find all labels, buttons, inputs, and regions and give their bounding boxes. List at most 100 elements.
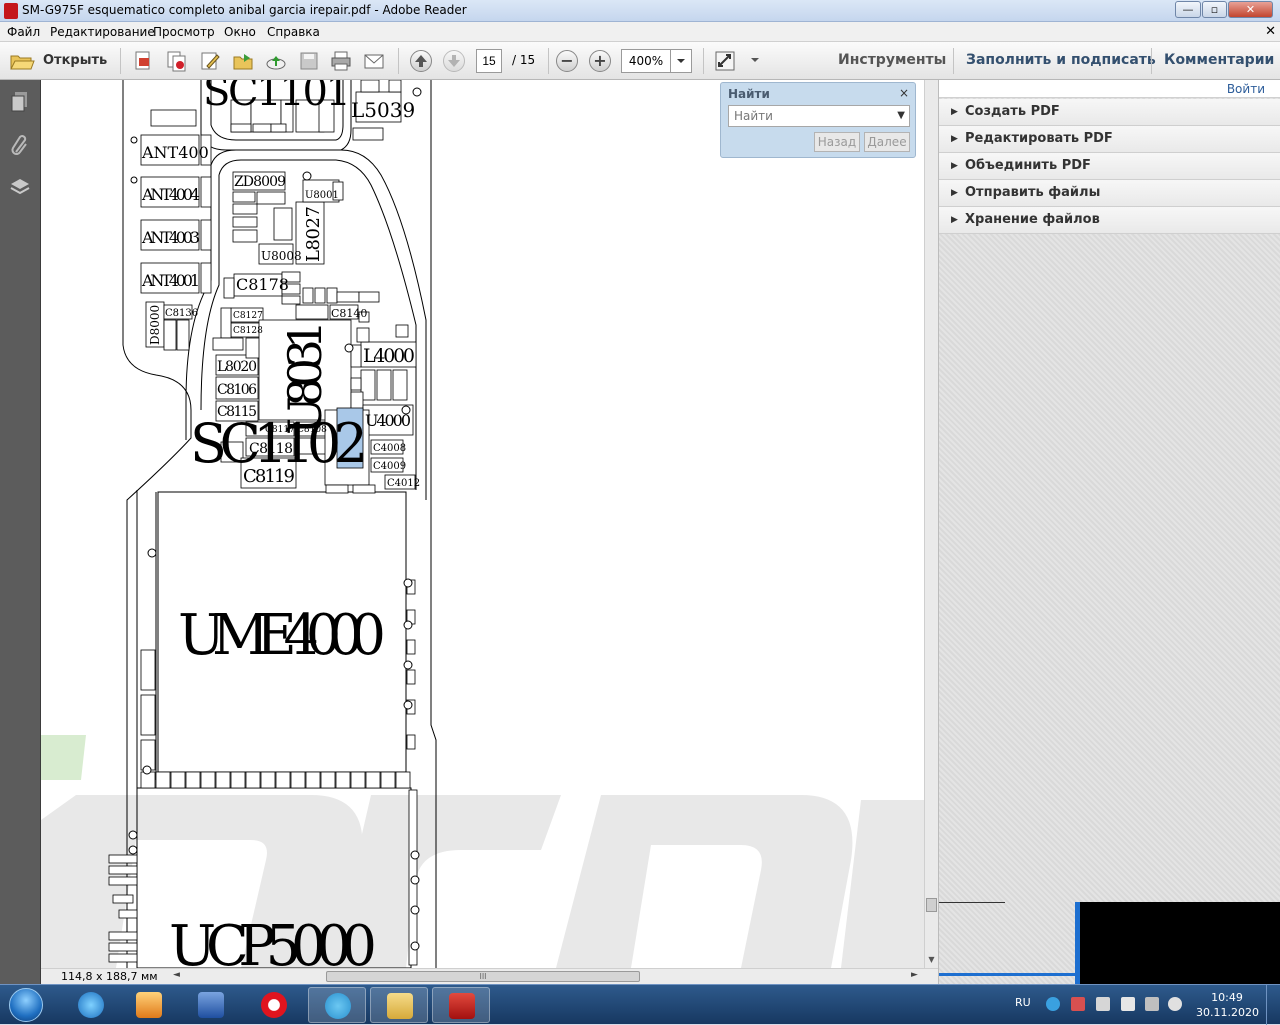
close-button[interactable]: ✕ [1228,1,1273,18]
login-link[interactable]: Войти [1227,82,1265,96]
tray-volume-icon[interactable] [1168,997,1182,1011]
panel-item-label: Объединить PDF [965,158,1091,173]
find-input[interactable]: Найти ▼ [728,105,910,127]
page-number-input[interactable] [476,49,502,73]
part-label: U4000 [365,411,411,430]
print-icon[interactable] [330,50,352,72]
part-label: ZD8009 [234,174,286,190]
tray-network-icon[interactable] [1145,997,1159,1011]
toolbar-separator [120,48,121,74]
part-label: ANT4003 [141,228,200,247]
minimize-button[interactable]: — [1175,1,1201,18]
part-label: L8027 [303,206,324,262]
part-label: C8136 [165,308,198,319]
part-label: U8031 [278,320,332,435]
toolbar-separator [953,48,954,74]
tray-speaker-icon[interactable] [1096,997,1110,1011]
panel-item-send-files[interactable]: ▶ Отправить файлы [939,180,1280,207]
document-close-icon[interactable]: ✕ [1265,24,1276,39]
taskbar-opera[interactable] [245,987,303,1023]
page-total: / 15 [512,53,536,67]
panel-item-edit-pdf[interactable]: ▶ Редактировать PDF [939,126,1280,153]
expand-triangle-icon: ▶ [951,188,958,198]
fit-page-icon[interactable] [714,50,736,72]
expand-triangle-icon: ▶ [951,134,958,144]
document-view[interactable]: SC1101 SC1102 UME4000 UCP5000 U8031 L503… [41,80,924,968]
zoom-out-button[interactable]: − [556,50,578,72]
part-label: C8127 [233,311,263,321]
fill-sign-link[interactable]: Заполнить и подписать [966,52,1156,68]
page-thumbnails-icon[interactable] [9,90,31,112]
tools-side-panel: Войти ▶ Создать PDF ▶ Редактировать PDF … [938,80,1280,984]
start-button[interactable] [3,986,49,1024]
open-button[interactable]: Открыть [6,48,108,74]
create-pdf-icon[interactable] [132,50,154,72]
panel-item-combine-pdf[interactable]: ▶ Объединить PDF [939,153,1280,180]
upload-cloud-icon[interactable] [265,50,287,72]
save-folder-icon[interactable] [232,50,254,72]
find-close-icon[interactable]: × [899,86,909,100]
combine-pdf-icon[interactable] [165,50,187,72]
find-dropdown-chevron-icon[interactable]: ▼ [897,106,905,126]
panel-item-create-pdf[interactable]: ▶ Создать PDF [939,99,1280,126]
comments-link[interactable]: Комментарии [1164,52,1274,68]
expand-triangle-icon: ▶ [951,161,958,171]
menu-window[interactable]: Окно [224,25,256,39]
panel-item-file-storage[interactable]: ▶ Хранение файлов [939,207,1280,234]
opera-icon [261,992,287,1018]
horizontal-scroll-thumb[interactable]: III [326,971,640,982]
taskbar-ie[interactable] [62,987,120,1023]
taskbar-save-app[interactable] [182,987,240,1023]
taskbar-media-player[interactable] [120,987,178,1023]
menu-bar: Файл Редактирование Просмотр Окно Справк… [0,22,1280,42]
scroll-right-arrow-icon[interactable]: ► [911,970,918,980]
menu-edit[interactable]: Редактирование [50,25,155,39]
open-label: Открыть [43,53,108,68]
zoom-input[interactable]: 400% [621,49,671,73]
find-next-button[interactable]: Далее [864,132,910,152]
menu-view[interactable]: Просмотр [153,25,215,39]
taskbar-telegram[interactable] [308,987,366,1023]
save-icon[interactable] [298,50,320,72]
next-page-icon[interactable] [443,50,465,72]
taskbar-explorer[interactable] [370,987,428,1023]
tray-telegram-icon[interactable] [1046,997,1060,1011]
attachments-paperclip-icon[interactable] [9,134,31,156]
scroll-down-arrow-icon[interactable]: ▼ [926,955,937,967]
toolbar-separator [548,48,549,74]
maximize-button[interactable]: ▫ [1202,1,1227,18]
panel-item-label: Отправить файлы [965,185,1101,200]
vertical-scroll-thumb[interactable] [926,898,937,912]
previous-page-icon[interactable] [410,50,432,72]
layers-icon[interactable] [9,176,31,198]
find-panel: Найти × Найти ▼ Назад Далее [720,82,916,158]
page-size-readout: 114,8 x 188,7 мм [61,970,158,983]
tray-tools-icon[interactable] [1071,997,1085,1011]
language-indicator[interactable]: RU [1015,996,1031,1009]
tray-flag-icon[interactable] [1121,997,1135,1011]
title-bar: SM-G975F esquematico completo anibal gar… [0,0,1280,22]
taskbar-adobe-reader[interactable] [432,987,490,1023]
toolbar: Открыть / 15 − + 400% Инструменты Заполн… [0,42,1280,80]
email-icon[interactable] [363,50,385,72]
edit-pdf-icon[interactable] [199,50,221,72]
clock-date: 30.11.2020 [1196,1006,1259,1019]
part-label: ANT4004 [141,185,200,204]
customize-toolbar-chevron-icon[interactable] [748,53,762,67]
part-label: L8020 [217,359,257,375]
tools-link[interactable]: Инструменты [838,52,946,68]
show-desktop-button[interactable] [1266,985,1280,1025]
scroll-left-arrow-icon[interactable]: ◄ [173,970,180,980]
tray-clock[interactable]: 10:49 30.11.2020 [1196,990,1259,1020]
menu-file[interactable]: Файл [7,25,40,39]
part-label: L4000 [363,345,415,367]
zoom-in-button[interactable]: + [589,50,611,72]
expand-triangle-icon: ▶ [951,107,958,117]
login-bar: Войти [939,80,1280,98]
overlay-divider [939,902,1005,903]
find-back-button[interactable]: Назад [814,132,860,152]
menu-help[interactable]: Справка [267,25,320,39]
zoom-dropdown-chevron-icon[interactable] [670,49,692,73]
vertical-scrollbar[interactable]: ▼ [924,80,938,968]
toolbar-separator [1151,48,1152,74]
